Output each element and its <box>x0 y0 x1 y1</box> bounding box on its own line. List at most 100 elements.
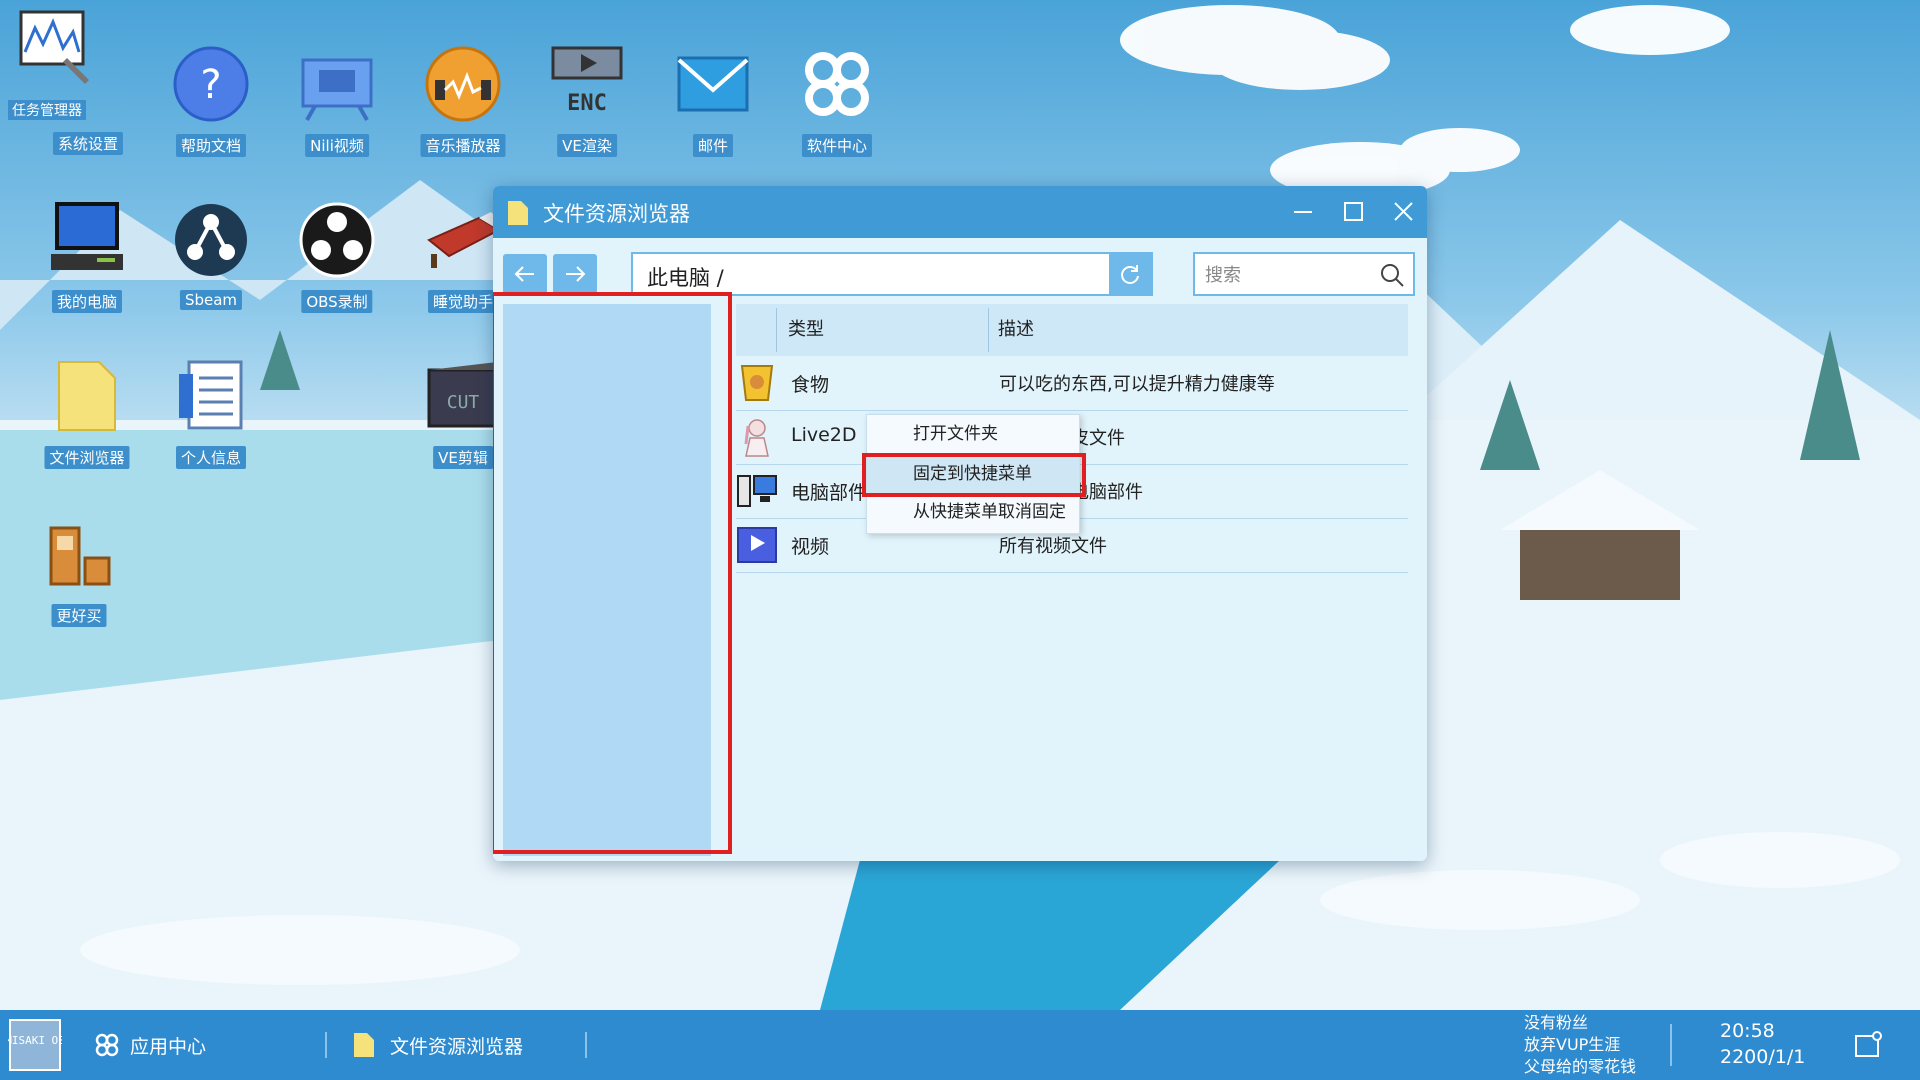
menu-item-open-folder[interactable]: 打开文件夹 <box>867 415 1079 453</box>
desktop-icon-label: 更好买 <box>51 604 107 627</box>
arrow-right-icon <box>566 266 586 282</box>
maximize-button[interactable] <box>1338 198 1368 226</box>
back-button[interactable] <box>503 254 547 294</box>
row-description: 所有视频文件 <box>999 536 1107 557</box>
row-description: 可以吃的东西,可以提升精力健康等 <box>999 374 1275 395</box>
desktop-icon-label: 音乐播放器 <box>420 134 506 157</box>
desktop-icon-label: 睡觉助手 <box>427 290 499 313</box>
app-center-icon[interactable] <box>94 1032 120 1058</box>
svg-text:CUT: CUT <box>447 392 480 413</box>
bed-icon <box>427 212 502 268</box>
row-name: 电脑部件 <box>791 482 868 504</box>
task-manager-badge: 任务管理器 <box>8 100 86 120</box>
arrow-left-icon <box>514 266 534 282</box>
status-line: 没有粉丝 <box>1524 1013 1589 1032</box>
music-player-icon <box>425 46 501 122</box>
desktop-icon-sbeam[interactable]: Sbeam <box>156 192 266 337</box>
address-path: 此电脑 / <box>647 266 724 290</box>
menu-item-unpin-from-quick-menu[interactable]: 从快捷菜单取消固定 <box>867 493 1079 531</box>
taskbar-separator <box>1670 1024 1672 1066</box>
desktop-icon-personal-info[interactable]: 个人信息 <box>156 348 266 493</box>
desktop-icon-nili-video[interactable]: Nili视频 <box>282 36 392 181</box>
notification-icon[interactable] <box>1853 1030 1883 1060</box>
sidebar-highlight-box <box>493 292 732 854</box>
desktop-icon-label: 系统设置 <box>52 132 124 155</box>
desktop-icon-help-docs[interactable]: ? 帮助文档 <box>156 36 266 181</box>
forward-button[interactable] <box>553 254 597 294</box>
encoder-icon: ENC <box>551 46 623 116</box>
window-title: 文件资源浏览器 <box>543 202 690 226</box>
desktop-icon-ve-render[interactable]: ENC VE渲染 <box>532 36 642 181</box>
desktop-icon-music-player[interactable]: 音乐播放器 <box>408 36 518 181</box>
table-header: 类型 描述 <box>736 304 1408 356</box>
refresh-button[interactable] <box>1109 254 1151 294</box>
table-row[interactable]: 食物 可以吃的东西,可以提升精力健康等 <box>736 356 1408 411</box>
food-icon <box>740 365 774 401</box>
search-icon[interactable] <box>1379 262 1405 288</box>
start-logo-text: MISAKI OS <box>8 1034 62 1047</box>
search-input[interactable] <box>1195 254 1377 296</box>
taskbar-separator <box>585 1032 587 1058</box>
folder-icon <box>58 361 116 431</box>
refresh-icon <box>1121 265 1139 284</box>
desktop-icon-obs[interactable]: OBS录制 <box>282 192 392 337</box>
column-header-type[interactable]: 类型 <box>778 304 988 356</box>
desktop-icon-file-browser[interactable]: 文件浏览器 <box>32 348 142 493</box>
tv-icon <box>301 58 373 121</box>
desktop-icon-label: VE剪辑 <box>433 446 493 469</box>
window-titlebar[interactable]: 文件资源浏览器 <box>493 186 1427 238</box>
clock-date[interactable]: 2200/1/1 <box>1720 1046 1805 1068</box>
row-name: Live2D <box>791 424 857 446</box>
row-name: 视频 <box>791 536 830 558</box>
start-button[interactable]: MISAKI OS <box>8 1018 62 1072</box>
close-button[interactable] <box>1388 198 1418 226</box>
taskbar: MISAKI OS 应用中心 文件资源浏览器 没有粉丝 放弃VUP生涯 父母给的… <box>0 1010 1920 1080</box>
desktop-icon-my-computer[interactable]: 我的电脑 <box>32 192 142 337</box>
desktop-icon-label: 个人信息 <box>175 446 247 469</box>
svg-text:ENC: ENC <box>567 91 607 116</box>
row-name: 食物 <box>791 374 830 396</box>
task-manager-icon <box>19 10 89 84</box>
status-line: 父母给的零花钱 <box>1524 1057 1637 1076</box>
desktop-icon-label: Nili视频 <box>305 134 369 157</box>
desktop-icon-label: 我的电脑 <box>51 290 123 313</box>
obs-icon <box>299 202 375 278</box>
desktop-icon-label: 软件中心 <box>801 134 873 157</box>
search-box <box>1193 252 1415 296</box>
desktop-icon-label: 文件浏览器 <box>44 446 130 469</box>
desktop-icon-label: OBS录制 <box>301 290 373 313</box>
desktop-icon-mail[interactable]: 邮件 <box>658 36 768 181</box>
svg-text:?: ? <box>200 62 221 108</box>
desktop-icon-better-buy[interactable]: 更好买 <box>24 506 134 651</box>
taskbar-item-file-explorer[interactable]: 文件资源浏览器 <box>390 1032 523 1059</box>
computer-icon <box>51 202 123 270</box>
desktop-icon-label: 邮件 <box>692 134 734 157</box>
status-tray: 没有粉丝 放弃VUP生涯 父母给的零花钱 <box>1524 1012 1636 1078</box>
minimize-button[interactable] <box>1288 198 1318 226</box>
folder-icon[interactable] <box>353 1032 375 1058</box>
personal-info-icon <box>179 360 243 430</box>
desktop-icon-label: 帮助文档 <box>175 134 247 157</box>
mail-icon <box>677 56 749 112</box>
taskbar-separator <box>325 1032 327 1058</box>
desktop-icon-label: Sbeam <box>179 290 243 310</box>
video-icon <box>737 527 777 563</box>
folder-icon <box>508 201 528 225</box>
pin-item-highlight-box <box>862 453 1086 497</box>
column-divider <box>776 308 777 352</box>
computer-parts-icon <box>737 475 777 507</box>
desktop-icon-label: VE渲染 <box>557 134 617 157</box>
live2d-icon <box>744 419 769 457</box>
clock-time[interactable]: 20:58 <box>1720 1020 1775 1042</box>
app-center-button[interactable]: 应用中心 <box>130 1032 206 1059</box>
column-header-description[interactable]: 描述 <box>988 304 1408 356</box>
software-center-icon <box>805 52 869 116</box>
shop-icon <box>49 526 111 586</box>
address-bar[interactable]: 此电脑 / <box>631 252 1153 296</box>
status-line: 放弃VUP生涯 <box>1524 1035 1621 1054</box>
desktop-icon-system-settings[interactable]: 任务管理器 系统设置 <box>0 0 124 155</box>
sbeam-icon <box>175 204 247 276</box>
video-edit-icon: CUT <box>427 362 499 428</box>
desktop-icon-software-center[interactable]: 软件中心 <box>782 36 892 181</box>
help-icon: ? <box>173 46 249 122</box>
